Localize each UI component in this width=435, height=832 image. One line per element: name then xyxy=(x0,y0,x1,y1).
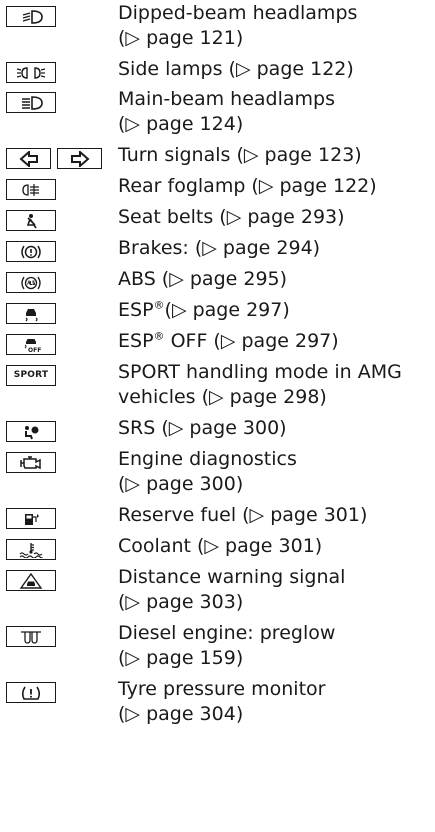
item-line: (▷ page 300) xyxy=(118,473,244,495)
coolant-icon xyxy=(6,539,56,560)
tyre-pressure-icon xyxy=(6,682,56,703)
item-line: Diesel engine: preglow xyxy=(118,622,336,644)
item-line: ESP®(▷ page 297) xyxy=(118,298,290,321)
item-line: Reserve fuel (▷ page 301) xyxy=(118,504,368,526)
item-line: Coolant (▷ page 301) xyxy=(118,535,323,557)
brake-icon xyxy=(6,241,56,262)
item-line: (▷ page 304) xyxy=(118,703,244,725)
reserve-fuel-icon xyxy=(6,508,56,529)
main-beam-icon xyxy=(6,92,56,113)
turn-right-icon xyxy=(57,148,102,169)
engine-diagnostics-icon xyxy=(6,452,56,473)
abs-icon xyxy=(6,272,56,293)
item-line: (▷ page 121) xyxy=(118,27,244,49)
item-line: Turn signals (▷ page 123) xyxy=(118,144,362,166)
item-line: Distance warning signal xyxy=(118,566,346,588)
item-line: Dipped-beam headlamps xyxy=(118,2,358,24)
esp-icon xyxy=(6,303,56,324)
svg-text:OFF: OFF xyxy=(28,347,41,353)
rear-foglamp-icon xyxy=(6,179,56,200)
preglow-icon xyxy=(6,626,56,647)
item-line: SRS (▷ page 300) xyxy=(118,417,287,439)
srs-icon xyxy=(6,421,56,442)
sport-icon: SPORT xyxy=(6,365,56,386)
item-line: Tyre pressure monitor xyxy=(118,678,326,700)
dipped-beam-icon xyxy=(6,6,56,27)
item-line: (▷ page 159) xyxy=(118,647,244,669)
turn-left-icon xyxy=(6,148,51,169)
side-lamps-icon xyxy=(6,62,56,83)
item-line: Seat belts (▷ page 293) xyxy=(118,206,345,228)
item-line: vehicles (▷ page 298) xyxy=(118,386,327,408)
item-line: Side lamps (▷ page 122) xyxy=(118,58,354,80)
item-line: Rear foglamp (▷ page 122) xyxy=(118,175,377,197)
item-line: Engine diagnostics xyxy=(118,448,297,470)
item-line: SPORT handling mode in AMG xyxy=(118,361,402,383)
item-line: (▷ page 303) xyxy=(118,591,244,613)
distance-warning-icon xyxy=(6,570,56,591)
item-line: ESP® OFF (▷ page 297) xyxy=(118,329,339,352)
item-line: ABS (▷ page 295) xyxy=(118,268,288,290)
item-line: Main-beam headlamps xyxy=(118,88,335,110)
item-line: (▷ page 124) xyxy=(118,113,244,135)
esp-off-icon: OFF xyxy=(6,334,56,355)
item-line: Brakes: (▷ page 294) xyxy=(118,237,321,259)
seat-belt-icon xyxy=(6,210,56,231)
